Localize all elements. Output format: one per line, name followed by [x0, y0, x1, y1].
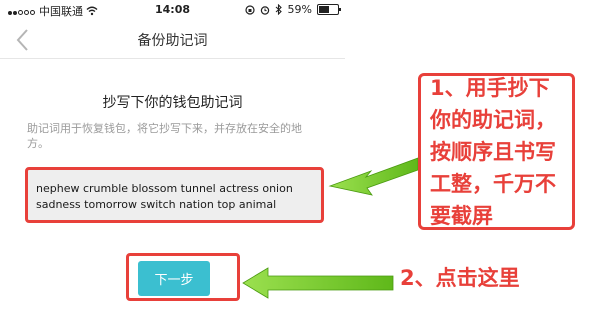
arrow-to-next-button: [242, 267, 394, 299]
step1-line: 1、用手抄下: [430, 76, 550, 100]
step1-line: 按顺序且书写: [430, 140, 556, 164]
step1-line: 你的助记词，: [430, 108, 556, 132]
step1-line: 工整，千万不: [430, 172, 556, 196]
step1-line: 要截屏: [430, 204, 493, 228]
arrow-to-mnemonic: [328, 157, 419, 196]
step2-callout-text: 2、点击这里: [400, 266, 520, 290]
step1-callout-text: 1、用手抄下 你的助记词， 按顺序且书写 工整，千万不 要截屏: [430, 72, 570, 232]
